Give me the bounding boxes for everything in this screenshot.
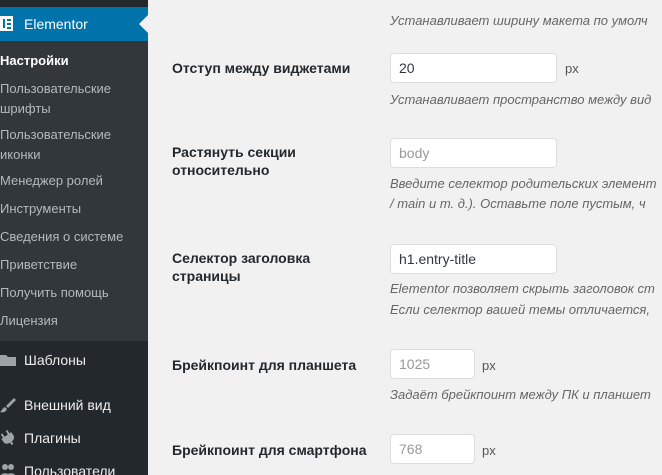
menu-item-elementor-label: Elementor: [24, 16, 88, 32]
users-icon: [0, 464, 16, 475]
menu-item-elementor[interactable]: Elementor: [0, 7, 148, 41]
menu-item-appearance[interactable]: Внешний вид: [0, 391, 148, 421]
widget-space-description: Устанавливает пространство между вид: [390, 92, 652, 107]
menu-item-templates-label: Шаблоны: [24, 352, 86, 368]
page-title-selector-input[interactable]: h1.entry-title: [390, 244, 557, 274]
menu-item-users[interactable]: Пользователи: [0, 457, 148, 475]
page-title-description-line2: Если селектор вашей темы отличается,: [390, 302, 650, 317]
submenu-item-custom-fonts[interactable]: Пользовательские шрифты: [0, 79, 140, 119]
widget-space-label: Отступ между виджетами: [172, 60, 351, 76]
menu-item-templates[interactable]: Шаблоны: [0, 346, 148, 376]
tablet-breakpoint-unit: px: [482, 358, 496, 373]
stretch-section-label: Растянуть секции относительно: [172, 144, 296, 178]
widget-space-input[interactable]: 20: [390, 53, 557, 83]
mobile-breakpoint-unit: px: [482, 443, 496, 458]
stretch-section-description-line1: Введите селектор родительских элемент: [390, 176, 657, 191]
admin-sidebar: Elementor Настройки Пользовательские шри…: [0, 0, 148, 475]
folder-icon: [0, 355, 16, 366]
menu-item-appearance-label: Внешний вид: [24, 397, 111, 413]
plugin-icon: [0, 430, 15, 446]
tablet-breakpoint-input[interactable]: 1025: [390, 349, 475, 379]
stretch-section-description-line2: / main и т. д.). Оставьте поле пустым, ч: [390, 196, 646, 211]
submenu-item-get-help[interactable]: Получить помощь: [0, 283, 140, 303]
page-title-description-line1: Elementor позволяет скрыть заголовок ст: [390, 281, 655, 296]
submenu-item-system-info[interactable]: Сведения о системе: [0, 227, 140, 247]
menu-item-plugins-label: Плагины: [24, 430, 81, 446]
submenu-item-getting-started[interactable]: Приветствие: [0, 255, 140, 275]
paintbrush-icon: [0, 398, 16, 413]
submenu-item-tools[interactable]: Инструменты: [0, 199, 140, 219]
settings-content: Устанавливает ширину макета по умолч Отс…: [148, 0, 662, 475]
tablet-breakpoint-label: Брейкпоинт для планшета: [172, 357, 357, 373]
submenu-item-custom-icons[interactable]: Пользовательские иконки: [0, 125, 140, 165]
submenu-item-role-manager[interactable]: Менеджер ролей: [0, 171, 140, 191]
submenu-item-license[interactable]: Лицензия: [0, 311, 140, 331]
stretch-section-input[interactable]: body: [390, 138, 557, 168]
elementor-submenu: Настройки Пользовательские шрифты Пользо…: [0, 41, 148, 341]
widget-space-unit: px: [565, 61, 579, 76]
current-menu-arrow: [139, 15, 148, 33]
submenu-item-settings[interactable]: Настройки: [0, 51, 140, 71]
menu-item-plugins[interactable]: Плагины: [0, 424, 148, 454]
mobile-breakpoint-input[interactable]: 768: [390, 434, 475, 464]
elementor-icon: [0, 16, 13, 31]
menu-item-users-label: Пользователи: [24, 463, 116, 475]
container-width-description: Устанавливает ширину макета по умолч: [390, 13, 648, 28]
tablet-breakpoint-description: Задаёт брейкпоинт между ПК и планшет: [390, 387, 651, 402]
page-title-selector-label: Селектор заголовка страницы: [172, 250, 311, 284]
mobile-breakpoint-label: Брейкпоинт для смартфона: [172, 442, 367, 458]
